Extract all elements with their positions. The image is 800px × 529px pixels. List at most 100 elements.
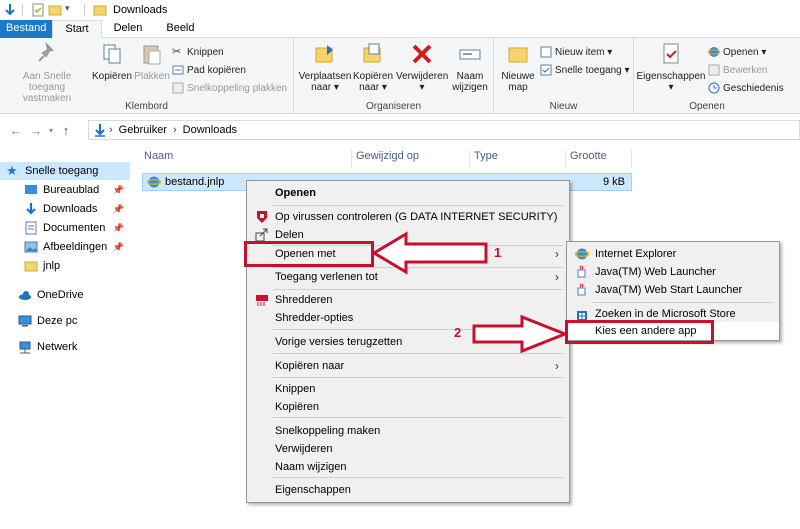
easy-access-button[interactable]: Snelle toegang ▾	[540, 62, 630, 78]
new-item-icon	[540, 46, 552, 58]
folder-icon	[93, 5, 107, 16]
divider	[84, 4, 85, 16]
column-header-modified[interactable]: Gewijzigd op	[352, 150, 470, 168]
submenu-java-web-launcher[interactable]: Java(TM) Web Launcher	[567, 263, 779, 281]
new-item-label: Nieuw item ▾	[555, 46, 613, 58]
customize-dropdown-icon[interactable]: ▾	[65, 3, 79, 17]
breadcrumb-user[interactable]: Gebruiker	[119, 124, 167, 136]
nav-downloads[interactable]: Downloads 📌	[0, 200, 130, 218]
nav-desktop[interactable]: Bureaublad 📌	[0, 181, 130, 199]
cut-button[interactable]: ✂ Knippen	[172, 44, 224, 60]
menu-virus-scan-label: Op virussen controleren (G DATA INTERNET…	[275, 211, 558, 223]
pin-quick-access-button[interactable]: Aan Snelle toegang vastmaken	[4, 41, 90, 104]
menu-rename-label: Naam wijzigen	[275, 461, 347, 473]
paste-icon	[143, 45, 161, 65]
column-header-name[interactable]: Naam	[140, 150, 352, 168]
pin-icon: 📌	[112, 203, 124, 214]
pin-icon	[38, 41, 54, 62]
copy-path-button[interactable]: Pad kopiëren	[172, 62, 246, 78]
submenu-arrow-icon: ›	[555, 270, 559, 284]
menu-open[interactable]: Openen	[247, 183, 569, 203]
breadcrumb-downloads[interactable]: Downloads	[183, 124, 237, 136]
nav-jnlp[interactable]: jnlp	[0, 257, 130, 275]
menu-copy[interactable]: Kopiëren	[247, 397, 569, 417]
breadcrumb-separator-icon[interactable]: ›	[173, 124, 177, 136]
store-icon	[577, 311, 587, 320]
navigation-pane: ★ Snelle toegang Bureaublad 📌 Downloads …	[0, 158, 132, 529]
menu-shred[interactable]: Shredderen	[247, 290, 569, 310]
nav-this-pc[interactable]: Deze pc	[0, 312, 130, 330]
tab-file[interactable]: Bestand	[0, 20, 53, 38]
menu-cut[interactable]: Knippen	[247, 379, 569, 399]
tab-view[interactable]: Beeld	[154, 20, 206, 38]
pin-icon: 📌	[112, 222, 124, 233]
nav-pictures[interactable]: Afbeeldingen 📌	[0, 238, 130, 256]
properties-button[interactable]: Eigenschappen ▾	[636, 42, 706, 93]
copy-to-button[interactable]: Kopiëren naar ▾	[352, 42, 394, 93]
up-arrow-icon[interactable]: ↑	[56, 123, 76, 138]
tab-start[interactable]: Start	[52, 20, 102, 38]
menu-rename[interactable]: Naam wijzigen	[247, 457, 569, 477]
submenu-internet-explorer[interactable]: Internet Explorer	[567, 245, 779, 263]
new-folder-quick-icon[interactable]	[48, 3, 62, 17]
delete-button[interactable]: Verwijderen ▾	[396, 42, 448, 93]
paste-shortcut-label: Snelkoppeling plakken	[187, 82, 288, 94]
clipboard-group-label: Klembord	[125, 101, 168, 112]
menu-virus-scan[interactable]: Op virussen controleren (G DATA INTERNET…	[247, 207, 569, 227]
nav-quick-access-label: Snelle toegang	[25, 165, 99, 177]
scissors-icon: ✂	[172, 46, 182, 58]
column-header-type[interactable]: Type	[470, 150, 566, 168]
paste-shortcut-button[interactable]: Snelkoppeling plakken	[172, 80, 287, 96]
annotation-box-choose-app	[565, 320, 714, 344]
pin-icon: 📌	[112, 184, 124, 195]
recent-dropdown-icon[interactable]: ▾	[46, 126, 56, 135]
open-label: Openen ▾	[723, 46, 767, 58]
edit-button[interactable]: Bewerken	[708, 62, 767, 78]
annotation-arrow-2	[472, 314, 568, 354]
menu-create-shortcut[interactable]: Snelkoppeling maken	[247, 421, 569, 441]
menu-separator	[593, 302, 773, 303]
nav-network[interactable]: Netwerk	[0, 338, 130, 356]
nav-onedrive[interactable]: OneDrive	[0, 286, 130, 304]
menu-properties[interactable]: Eigenschappen	[247, 480, 569, 500]
nav-documents[interactable]: Documenten 📌	[0, 219, 130, 237]
forward-arrow-icon[interactable]: →	[26, 123, 46, 138]
file-size: 9 kB	[602, 176, 625, 188]
move-to-button[interactable]: Verplaatsen naar ▾	[298, 42, 352, 93]
new-folder-button[interactable]: Nieuwe map	[498, 42, 538, 93]
move-to-icon	[315, 45, 333, 63]
column-header-size[interactable]: Grootte	[566, 150, 632, 168]
menu-copy-to[interactable]: Kopiëren naar ›	[247, 356, 569, 376]
documents-icon	[25, 221, 37, 235]
copy-button[interactable]: Kopiëren	[92, 42, 132, 82]
copy-path-label: Pad kopiëren	[187, 64, 246, 76]
tab-share[interactable]: Delen	[102, 20, 155, 38]
new-item-button[interactable]: Nieuw item ▾	[540, 44, 612, 60]
menu-copy-label: Kopiëren	[275, 401, 320, 413]
ribbon-tabs: Bestand Start Delen Beeld	[0, 20, 800, 38]
back-arrow-icon[interactable]: ←	[6, 123, 26, 138]
network-icon	[19, 341, 31, 354]
address-bar[interactable]: › Gebruiker › Downloads	[88, 120, 800, 140]
breadcrumb-separator-icon[interactable]: ›	[109, 124, 113, 136]
properties-quick-icon[interactable]	[31, 3, 45, 17]
title-bar: ▾ Downloads	[0, 0, 800, 20]
nav-quick-access[interactable]: ★ Snelle toegang	[0, 162, 130, 180]
rename-icon	[459, 49, 481, 60]
ie-icon	[708, 47, 720, 57]
submenu-java-web-start[interactable]: Java(TM) Web Start Launcher	[567, 281, 779, 299]
history-button[interactable]: Geschiedenis	[708, 80, 784, 96]
paste-button[interactable]: Plakken	[134, 42, 170, 82]
down-arrow-icon[interactable]	[3, 3, 17, 17]
ie-file-icon	[147, 176, 161, 188]
menu-delete[interactable]: Verwijderen	[247, 439, 569, 459]
copy-icon	[103, 44, 121, 64]
annotation-number-2: 2	[454, 325, 462, 340]
rename-button[interactable]: Naam wijzigen	[450, 42, 490, 93]
properties-icon	[663, 43, 679, 64]
annotation-arrow-1	[371, 231, 488, 275]
new-group-label: Nieuw	[549, 101, 578, 112]
history-icon	[708, 82, 720, 94]
open-button[interactable]: Openen ▾	[708, 44, 766, 60]
share-icon	[255, 228, 268, 242]
